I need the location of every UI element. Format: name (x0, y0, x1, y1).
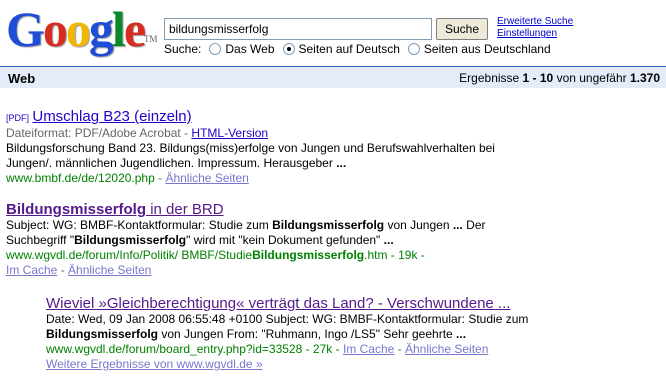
search-result: Bildungsmisserfolg in der BRD Subject: W… (6, 202, 486, 278)
search-result-indented: Wieviel »Gleichberechtigung« verträgt da… (46, 296, 528, 372)
search-options-links: Erweiterte Suche Einstellungen (497, 16, 573, 40)
radio-web-label[interactable]: Das Web (225, 42, 274, 56)
snippet-highlight: Bildungsmisserfolg (272, 218, 385, 232)
result-title-link[interactable]: Bildungsmisserfolg in der BRD (6, 201, 224, 218)
trademark: TM (144, 34, 158, 44)
search-result: [PDF] Umschlag B23 (einzeln) Dateiformat… (6, 109, 495, 186)
result-snippet: Jungen/. männlichen Jugendlichen. Impres… (6, 156, 495, 171)
pdf-tag: [PDF] (6, 113, 30, 123)
result-snippet: Bildungsforschung Band 23. Bildungs(miss… (6, 141, 495, 155)
settings-link[interactable]: Einstellungen (497, 28, 573, 40)
radio-germany-pages-label[interactable]: Seiten aus Deutschland (424, 42, 551, 56)
results-total: 1.370 (629, 71, 660, 85)
url-meta: .htm - 19k - (364, 248, 425, 262)
google-logo[interactable]: GoogleTM (6, 2, 158, 56)
snippet-ellipsis: ... (452, 218, 463, 232)
url-highlight: Bildungsmisserfolg (252, 248, 365, 262)
snippet-text: Jungen/. männlichen Jugendlichen. Impres… (6, 156, 337, 170)
logo-letter: o (65, 1, 91, 57)
results-mid: von ungefähr (553, 71, 630, 85)
snippet-ellipsis: ... (336, 156, 347, 170)
advanced-search-link[interactable]: Erweiterte Suche (497, 16, 573, 28)
snippet-highlight: Bildungsmisserfolg (74, 233, 187, 247)
logo-letter: g (88, 1, 114, 57)
radio-german-pages[interactable] (282, 43, 295, 55)
url-text: www.wgvdl.de/forum/Info/Politik/ BMBF/St… (6, 248, 253, 262)
results-count: Ergebnisse 1 - 10 von ungefähr 1.370 (459, 71, 660, 85)
logo-letter: o (42, 1, 68, 57)
radio-web[interactable] (209, 43, 222, 55)
more-results-link[interactable]: Weitere Ergebnisse von www.wgvdl.de » (46, 357, 263, 371)
snippet-text: von Jungen (384, 218, 453, 232)
snippet-text: Subject: WG: BMBF-Kontaktformular: Studi… (6, 218, 273, 232)
snippet-ellipsis: ... (456, 327, 467, 341)
snippet-text: Suchbegriff " (6, 233, 75, 247)
separator: - (57, 263, 69, 277)
logo-letter: G (6, 1, 45, 57)
snippet-text: von Jungen From: "Ruhmann, Ingo /LS5" Se… (158, 327, 457, 341)
radio-germany-pages[interactable] (407, 43, 420, 55)
snippet-ellipsis: ... (383, 233, 394, 247)
radio-german-pages-label[interactable]: Seiten auf Deutsch (299, 42, 400, 56)
results-prefix: Ergebnisse (459, 71, 523, 85)
similar-pages-link[interactable]: Ähnliche Seiten (165, 171, 248, 185)
cache-link[interactable]: Im Cache (6, 263, 57, 277)
logo-letter: l (111, 1, 126, 57)
results-bar: Web Ergebnisse 1 - 10 von ungefähr 1.370 (0, 66, 666, 88)
result-url: www.wgvdl.de/forum/Info/Politik/ BMBF/St… (6, 248, 486, 263)
result-title-link[interactable]: Wieviel »Gleichberechtigung« verträgt da… (46, 295, 510, 312)
snippet-text: Der (462, 218, 486, 232)
similar-pages-link[interactable]: Ähnliche Seiten (68, 263, 151, 277)
search-input[interactable] (164, 18, 432, 40)
result-snippet: Suchbegriff "Bildungsmisserfolg" wird mi… (6, 233, 486, 248)
scope-label: Suche: (164, 42, 202, 56)
search-scope: Suche: Das Web Seiten auf Deutsch Seiten… (164, 42, 551, 56)
similar-pages-link[interactable]: Ähnliche Seiten (405, 342, 488, 356)
separator: - (394, 342, 405, 356)
separator: - (154, 171, 166, 185)
result-url: www.wgvdl.de/forum/board_entry.php?id=33… (46, 342, 343, 356)
result-snippet: Subject: WG: BMBF-Kontaktformular: Studi… (6, 218, 486, 233)
result-snippet: Bildungsmisserfolg von Jungen From: "Ruh… (46, 327, 528, 342)
html-version-link[interactable]: HTML-Version (191, 126, 268, 140)
title-highlight: Bildungsmisserfolg (6, 201, 147, 218)
snippet-text: " wird mit "kein Dokument gefunden" (186, 233, 384, 247)
results-range: 1 - 10 (522, 71, 554, 85)
title-rest: in der BRD (146, 201, 224, 218)
result-title-link[interactable]: Umschlag B23 (einzeln) (32, 108, 191, 125)
snippet-highlight: Bildungsmisserfolg (46, 327, 159, 341)
web-label: Web (8, 71, 36, 86)
cache-link[interactable]: Im Cache (343, 342, 394, 356)
result-url: www.bmbf.de/de/12020.php (6, 171, 155, 185)
result-snippet: Date: Wed, 09 Jan 2008 06:55:48 +0100 Su… (46, 312, 529, 326)
search-button[interactable]: Suche (436, 18, 488, 40)
file-format: Dateiformat: PDF/Adobe Acrobat - (6, 126, 192, 140)
logo-letter: e (123, 1, 146, 57)
